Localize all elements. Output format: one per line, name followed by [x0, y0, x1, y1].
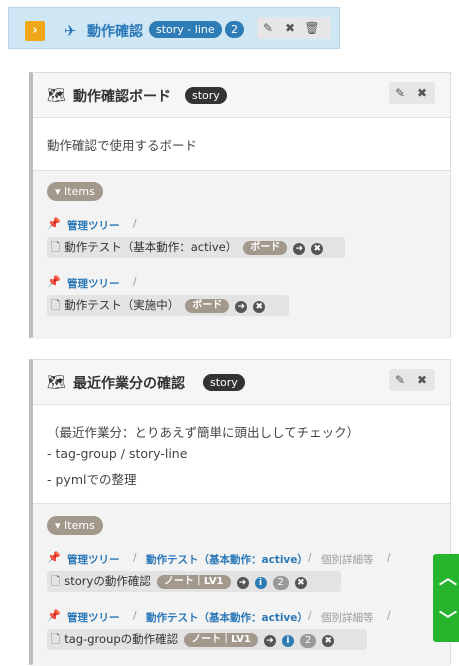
- breadcrumb-separator: /: [133, 276, 137, 288]
- close-icon[interactable]: ✖: [253, 301, 266, 313]
- list-item[interactable]: 🗋 tag-groupの動作確認 ノート｜LV1 ➜ i 2 ✖: [47, 629, 367, 650]
- card-description: （最近作業分：とりあえず簡単に頭出ししてチェック） - tag-group / …: [33, 405, 450, 503]
- card-title: 動作確認ボード: [73, 89, 171, 105]
- items-label: Items: [64, 519, 95, 532]
- map-icon: 🗺: [47, 373, 67, 391]
- card-description: 動作確認で使用するボード: [33, 118, 450, 170]
- document-icon: 🗋: [51, 298, 61, 312]
- breadcrumb-separator: /: [387, 552, 391, 564]
- list-item[interactable]: 🗋 動作テスト（基本動作：active） ボード ➜ ✖: [47, 237, 345, 258]
- card-header: 🗺 動作確認ボード story ✎ ✖: [33, 73, 450, 118]
- edit-icon[interactable]: ✎: [257, 17, 279, 39]
- description-line: 動作確認で使用するボード: [47, 138, 198, 153]
- breadcrumb-link[interactable]: 動作テスト（基本動作：active）: [146, 610, 308, 625]
- card-actions: ✎ ✖: [389, 369, 435, 391]
- close-icon[interactable]: ✖: [411, 82, 433, 104]
- list-item[interactable]: 🗋 storyの動作確認 ノート｜LV1 ➜ i 2 ✖: [47, 571, 341, 592]
- arrow-right-icon[interactable]: ➜: [235, 301, 248, 313]
- breadcrumb-separator: /: [133, 218, 137, 230]
- item-tag: ボード: [185, 299, 230, 313]
- topbar-actions: ✎ ✖ 🗑: [257, 17, 331, 39]
- card-items: ▾ Items 📌 管理ツリー / 🗋 動作テスト（基本動作：active） ボード…: [33, 170, 450, 339]
- document-icon: 🗋: [51, 632, 61, 646]
- breadcrumb-link[interactable]: 管理ツリー: [67, 276, 120, 291]
- info-icon[interactable]: i: [281, 635, 294, 647]
- close-icon[interactable]: ✖: [411, 369, 433, 391]
- close-icon[interactable]: ✖: [322, 635, 335, 647]
- pin-icon: 📌: [47, 275, 61, 288]
- description-line: （最近作業分：とりあえず簡単に頭出ししてチェック）: [47, 425, 360, 440]
- arrow-right-icon[interactable]: ➜: [236, 577, 249, 589]
- map-icon: 🗺: [47, 86, 67, 104]
- item-tag: ノート｜LV1: [156, 575, 231, 589]
- chevron-right-icon: ›: [32, 23, 38, 38]
- card-items: ▾ Items 📌 管理ツリー / 動作テスト（基本動作：active） / 個…: [33, 503, 450, 666]
- expand-toggle[interactable]: ›: [25, 21, 45, 41]
- document-icon: 🗋: [51, 240, 61, 254]
- card-actions: ✎ ✖: [389, 82, 435, 104]
- scroll-buttons: ︿ ﹀: [433, 554, 459, 642]
- breadcrumb-separator: /: [387, 610, 391, 622]
- items-toggle[interactable]: ▾ Items: [47, 182, 103, 201]
- item-title: storyの動作確認: [64, 574, 151, 588]
- breadcrumb-link[interactable]: 管理ツリー: [67, 218, 120, 233]
- document-icon: 🗋: [51, 574, 61, 588]
- arrow-right-icon[interactable]: ➜: [293, 243, 306, 255]
- breadcrumb-text: 個別詳細等: [321, 554, 374, 566]
- description-line: - pymlでの整理: [47, 472, 137, 487]
- board-card: 🗺 動作確認ボード story ✎ ✖ 動作確認で使用するボード ▾ Items …: [29, 72, 451, 339]
- info-icon[interactable]: i: [254, 577, 267, 589]
- pin-icon: 📌: [47, 609, 61, 622]
- edit-icon[interactable]: ✎: [389, 369, 411, 391]
- item-title: 動作テスト（実施中）: [64, 298, 180, 312]
- pin-icon: 📌: [47, 217, 61, 230]
- items-label: Items: [64, 185, 95, 198]
- trash-icon[interactable]: 🗑: [301, 17, 323, 39]
- arrow-right-icon[interactable]: ➜: [263, 635, 276, 647]
- close-icon[interactable]: ✖: [294, 577, 307, 589]
- breadcrumb-link[interactable]: 管理ツリー: [67, 610, 120, 625]
- breadcrumb-separator: /: [133, 610, 137, 622]
- story-badge: story: [185, 87, 227, 104]
- breadcrumb-link[interactable]: 動作テスト（基本動作：active）: [146, 552, 308, 567]
- scroll-up-icon[interactable]: ︿: [439, 564, 457, 590]
- item-tag: ボード: [243, 241, 288, 255]
- items-toggle[interactable]: ▾ Items: [47, 516, 103, 535]
- breadcrumb-separator: /: [308, 610, 312, 622]
- scroll-down-icon[interactable]: ﹀: [439, 606, 457, 632]
- item-title: 動作テスト（基本動作：active）: [64, 240, 238, 254]
- card-header: 🗺 最近作業分の確認 story ✎ ✖: [33, 360, 450, 405]
- edit-icon[interactable]: ✎: [389, 82, 411, 104]
- close-icon[interactable]: ✖: [311, 243, 324, 255]
- breadcrumb-text: 個別詳細等: [321, 612, 374, 624]
- item-count: 2: [272, 576, 289, 590]
- recent-work-card: 🗺 最近作業分の確認 story ✎ ✖ （最近作業分：とりあえず簡単に頭出しして…: [29, 359, 451, 666]
- description-line: - tag-group / story-line: [47, 446, 188, 461]
- airplane-icon: ✈: [64, 22, 77, 40]
- breadcrumb-separator: /: [308, 552, 312, 564]
- page-title: 動作確認: [87, 24, 143, 40]
- breadcrumb-link[interactable]: 管理ツリー: [67, 552, 120, 567]
- item-tag: ノート｜LV1: [184, 633, 258, 647]
- pin-icon: 📌: [47, 551, 61, 564]
- list-item[interactable]: 🗋 動作テスト（実施中） ボード ➜ ✖: [47, 295, 289, 316]
- item-title: tag-groupの動作確認: [64, 632, 179, 646]
- story-line-tag[interactable]: story - line: [149, 21, 222, 38]
- count-badge: 2: [225, 21, 244, 38]
- card-title: 最近作業分の確認: [73, 376, 185, 392]
- story-line-header: › ✈ 動作確認 story - line 2 ✎ ✖ 🗑: [8, 7, 340, 49]
- item-count: 2: [299, 634, 317, 648]
- story-badge: story: [203, 374, 245, 391]
- close-icon[interactable]: ✖: [279, 17, 301, 39]
- breadcrumb-separator: /: [133, 552, 137, 564]
